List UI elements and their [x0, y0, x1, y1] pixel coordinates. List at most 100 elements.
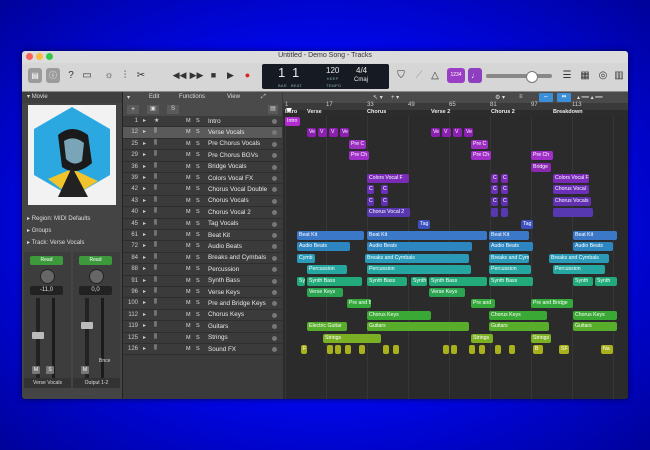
region[interactable] [495, 345, 501, 354]
disclosure-icon[interactable]: ▸ [143, 311, 146, 318]
region[interactable]: Intro [285, 117, 300, 126]
global-tracks-button[interactable]: S [167, 105, 179, 114]
region[interactable]: Sy [297, 276, 305, 286]
track-name[interactable]: Percussion [208, 266, 239, 273]
mute-button[interactable]: M [186, 129, 191, 135]
track-name[interactable]: Chorus Vocals [208, 197, 249, 204]
record-enable-button[interactable] [272, 210, 277, 216]
region[interactable]: C [367, 196, 374, 206]
solo-button[interactable]: S [46, 366, 54, 374]
track-name[interactable]: Pre Chorus BGVs [208, 152, 258, 159]
disclosure-icon[interactable]: ▸ [143, 128, 146, 135]
record-enable-button[interactable] [272, 301, 277, 307]
record-enable-button[interactable] [272, 324, 277, 330]
forward-button[interactable]: ▶▶ [189, 68, 204, 83]
track-header-row[interactable]: 45 ▸ ⫼ M S Tag Vocals [123, 219, 282, 230]
record-enable-button[interactable] [272, 278, 277, 284]
region[interactable]: Na [601, 345, 613, 354]
region[interactable]: Chorus Vocals [553, 196, 591, 206]
pan-knob[interactable] [89, 269, 104, 284]
region[interactable]: C [381, 196, 388, 206]
region[interactable]: Breaks and Cymbals [365, 253, 469, 263]
region[interactable]: C [501, 185, 508, 195]
stop-button[interactable]: ■ [206, 68, 221, 83]
mute-button[interactable]: M [186, 164, 191, 170]
track-name[interactable]: Verse Keys [208, 289, 240, 296]
disclosure-icon[interactable]: ▸ [143, 197, 146, 204]
region[interactable]: Strings [471, 333, 493, 343]
region[interactable]: Ve [431, 128, 440, 138]
solo-button[interactable]: S [196, 209, 200, 215]
mute-button[interactable]: M [186, 221, 191, 227]
track-header-row[interactable]: 39 ▸ ⫼ M S Colors Vocal FX [123, 173, 282, 185]
region[interactable]: Audio Beats [297, 242, 350, 252]
automation-read-button[interactable]: Read [79, 256, 112, 265]
horizontal-zoom-button[interactable]: ⇹ [557, 93, 571, 102]
track-header-row[interactable]: 42 ▸ ⫼ M S Chorus Vocal Double [123, 184, 282, 196]
region-inspector-header[interactable]: ▸ Region: MIDI Defaults [22, 214, 122, 225]
solo-button[interactable]: S [196, 335, 200, 341]
region[interactable]: B [533, 345, 543, 354]
mute-button[interactable]: M [186, 255, 191, 261]
solo-button[interactable]: S [196, 232, 200, 238]
tracks-area[interactable]: Intro Ve V V Ve Ve V V Ve Pre C Pre C Pre Ch Pre Ch P… [283, 116, 628, 399]
region[interactable]: Beat Kit [489, 231, 529, 240]
mute-button[interactable]: M [186, 198, 191, 204]
disclosure-icon[interactable]: ▸ [143, 299, 146, 306]
track-name[interactable]: Beat Kit [208, 232, 230, 239]
track-header-row[interactable]: 96 ▸ ⫼ M S Verse Keys [123, 287, 282, 299]
volume-fader-cap[interactable] [81, 322, 93, 329]
record-enable-button[interactable] [272, 233, 277, 238]
library-button[interactable]: ▤ [28, 68, 42, 83]
record-enable-button[interactable] [272, 176, 277, 181]
region[interactable]: Chorus Vocal 2 [367, 208, 410, 218]
region[interactable] [509, 345, 515, 354]
track-header-row[interactable]: 72 ▸ ⫼ M S Audio Beats [123, 241, 282, 253]
track-header-row[interactable]: 29 ▸ ⫼ M S Pre Chorus BGVs [123, 150, 282, 162]
solo-button[interactable]: S [196, 141, 200, 147]
solo-button[interactable]: S [196, 221, 200, 227]
editors-icon[interactable]: ✂ [134, 68, 148, 83]
track-header-row[interactable]: 84 ▸ ⫼ M S Breaks and Cymbals [123, 253, 282, 265]
region[interactable]: Strings [323, 333, 381, 343]
track-name[interactable]: Verse Vocals [208, 129, 244, 136]
region[interactable]: SF [559, 345, 569, 354]
disclosure-icon[interactable]: ▸ [143, 185, 146, 192]
inspector-button[interactable]: ⓘ [46, 68, 60, 83]
marker-label[interactable]: Breakdown [553, 109, 583, 115]
mute-button[interactable]: M [186, 209, 191, 215]
region[interactable]: Audio Beats [489, 242, 533, 252]
region[interactable]: Pre C [349, 139, 366, 149]
rewind-button[interactable]: ◀◀ [172, 68, 187, 83]
track-name[interactable]: Audio Beats [208, 243, 242, 250]
disclosure-icon[interactable]: ▸ [143, 242, 146, 249]
solo-button[interactable]: S [196, 152, 200, 158]
fit-zoom-button[interactable]: ⇔ [539, 93, 553, 102]
track-name[interactable]: Synth Bass [208, 277, 240, 284]
region[interactable]: Guitars [367, 322, 469, 332]
region[interactable]: V [329, 128, 338, 138]
record-enable-button[interactable] [272, 335, 277, 341]
track-header-row[interactable]: 88 ▸ ⫼ M S Percussion [123, 264, 282, 276]
region[interactable] [327, 345, 333, 354]
solo-button[interactable]: S [196, 312, 200, 318]
mute-button[interactable]: M [186, 289, 191, 295]
solo-button[interactable]: S [196, 278, 200, 284]
metronome-icon[interactable]: △ [428, 68, 442, 83]
solo-button[interactable]: S [196, 186, 200, 192]
solo-button[interactable]: S [196, 118, 200, 124]
record-enable-button[interactable] [272, 347, 277, 352]
functions-menu[interactable]: Functions [179, 94, 205, 100]
disclosure-icon[interactable]: ▸ [143, 117, 146, 124]
catch-icon[interactable]: ⤢ [261, 94, 266, 101]
track-header-row[interactable]: 40 ▸ ⫼ M S Chorus Vocal 2 [123, 207, 282, 219]
region[interactable]: Chorus Keys [573, 310, 617, 320]
region[interactable]: Pre and Bridge [531, 299, 573, 309]
region[interactable]: Ve [307, 128, 316, 138]
marker-label[interactable]: Verse 2 [431, 109, 450, 115]
disclosure-icon[interactable]: ▸ [143, 140, 146, 147]
region[interactable]: Percussion [489, 265, 531, 275]
disclosure-icon[interactable]: ▸ [143, 334, 146, 341]
mute-button[interactable]: M [186, 152, 191, 158]
solo-button[interactable]: S [196, 266, 200, 272]
